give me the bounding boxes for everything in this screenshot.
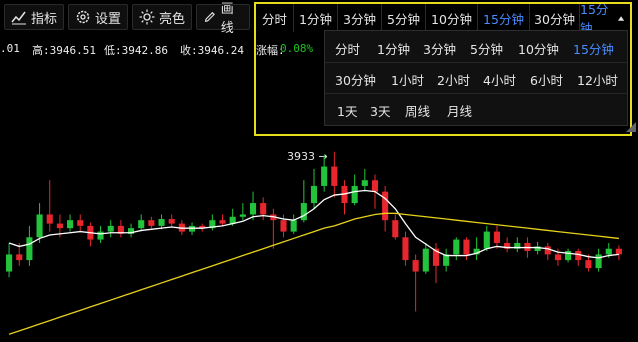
candle-down: [392, 220, 399, 238]
candle-up: [67, 220, 74, 229]
candle-down: [463, 239, 470, 255]
candle-up: [483, 231, 490, 249]
candle-up: [321, 166, 328, 186]
candle-up: [351, 185, 358, 204]
pencil-icon: [204, 11, 215, 22]
high-price: 高:3946.51: [32, 44, 96, 57]
candle-down: [260, 203, 267, 215]
settings-button[interactable]: 设置: [68, 4, 128, 30]
candle-down: [371, 180, 379, 192]
candle-down: [219, 220, 226, 224]
candle-down: [412, 260, 419, 272]
candle-up: [158, 219, 165, 226]
candle-down: [585, 260, 592, 269]
candle-down: [493, 231, 500, 243]
sun-icon: [139, 9, 155, 25]
theme-button[interactable]: 亮色: [132, 4, 192, 30]
prev-value-fragment: .01: [0, 42, 20, 55]
candle-down: [331, 166, 338, 186]
candle-up: [36, 214, 43, 238]
resize-grip-icon[interactable]: [626, 122, 636, 132]
candle-down: [382, 191, 389, 221]
candle-down: [46, 214, 53, 224]
candle-up: [595, 254, 602, 269]
candle-up: [107, 225, 114, 232]
candle-down: [56, 223, 63, 229]
candle-up: [26, 237, 33, 261]
chart-icon: [11, 11, 26, 25]
gear-icon: [76, 10, 90, 24]
candle-up: [605, 248, 612, 255]
candle-up: [6, 254, 13, 272]
low-price: 低:3942.86: [104, 44, 168, 57]
candle-down: [148, 220, 155, 226]
draw-line-button[interactable]: 画线: [196, 2, 250, 36]
highlight-frame: [254, 2, 632, 136]
candle-down: [280, 220, 287, 232]
candle-down: [16, 254, 23, 261]
settings-label: 设置: [95, 11, 122, 27]
candle-up: [97, 231, 104, 240]
candle-down: [554, 254, 561, 261]
candle-down: [168, 219, 175, 224]
theme-label: 亮色: [159, 11, 186, 27]
candle-down: [544, 246, 551, 255]
candle-up: [565, 250, 572, 261]
candle-down: [615, 248, 622, 255]
candle-up: [361, 180, 368, 186]
close-price: 收:3946.24: [180, 44, 244, 57]
chart-toolbar: 指标 设置 亮色 画线: [0, 0, 250, 36]
candle-up: [138, 220, 145, 229]
candle-up: [239, 214, 246, 217]
indicator-button[interactable]: 指标: [4, 4, 64, 30]
candle-down: [402, 237, 409, 261]
candle-up: [290, 220, 297, 232]
candle-up: [453, 239, 460, 255]
candle-up: [422, 248, 429, 272]
candlestick-chart[interactable]: [0, 140, 638, 342]
candle-up: [310, 185, 318, 204]
indicator-label: 指标: [31, 11, 58, 27]
candle-up: [249, 203, 257, 215]
candle-down: [77, 220, 84, 226]
draw-line-label: 画线: [220, 2, 234, 36]
candle-up: [300, 203, 307, 221]
